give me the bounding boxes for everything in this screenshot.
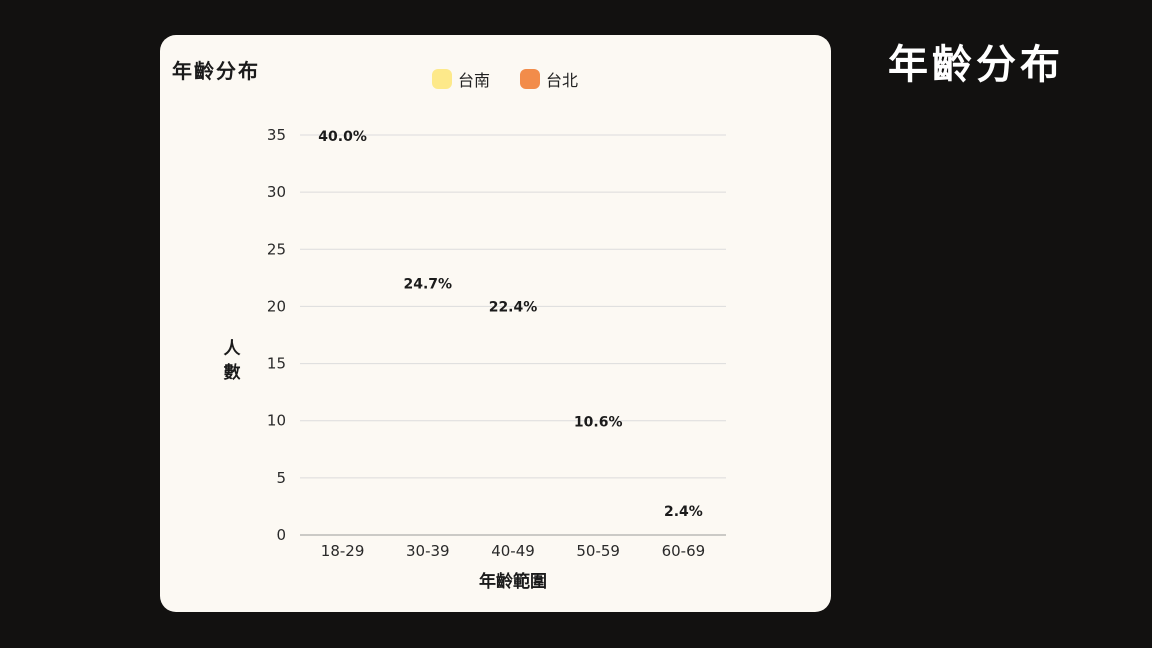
y-tick-label: 10	[267, 412, 286, 430]
x-tick-label: 30-39	[406, 542, 450, 560]
chart-plot-area: 0 5 10 15 20 25 30 35 18-29 30-39 40-49 50-59 60-69…	[224, 126, 726, 592]
x-tick-label: 18-29	[321, 542, 365, 560]
x-axis-title: 年齡範圍	[479, 571, 547, 592]
x-axis-ticks: 18-29 30-39 40-49 50-59 60-69	[321, 542, 705, 560]
data-label: 2.4%	[664, 504, 703, 520]
slide: 年齡分布 年齡分布 台南 台北 0 5 10 15 20 25 30 35 18-29 30-3…	[0, 0, 1152, 648]
y-tick-label: 30	[267, 183, 286, 201]
y-tick-label: 5	[276, 469, 286, 487]
y-axis-title: 人數	[224, 339, 242, 383]
data-label: 22.4%	[489, 299, 538, 315]
data-label: 10.6%	[574, 415, 623, 431]
y-tick-label: 35	[267, 126, 286, 144]
y-tick-label: 25	[267, 240, 286, 258]
page-title: 年齡分布	[888, 42, 1064, 88]
y-tick-label: 15	[267, 355, 286, 373]
x-tick-label: 40-49	[491, 542, 535, 560]
gridlines	[300, 134, 726, 536]
data-labels: 40.0% 24.7% 22.4% 10.6% 2.4%	[318, 129, 703, 520]
data-label: 24.7%	[404, 276, 453, 292]
x-tick-label: 50-59	[576, 542, 620, 560]
y-tick-label: 20	[267, 297, 286, 315]
data-label: 40.0%	[318, 129, 367, 145]
y-axis-ticks: 0 5 10 15 20 25 30 35	[267, 126, 286, 544]
x-tick-label: 60-69	[662, 542, 706, 560]
chart-card: 年齡分布 台南 台北 0 5 10 15 20 25 30 35 18-29 30-39 40-4…	[160, 35, 831, 612]
y-tick-label: 0	[276, 526, 286, 544]
